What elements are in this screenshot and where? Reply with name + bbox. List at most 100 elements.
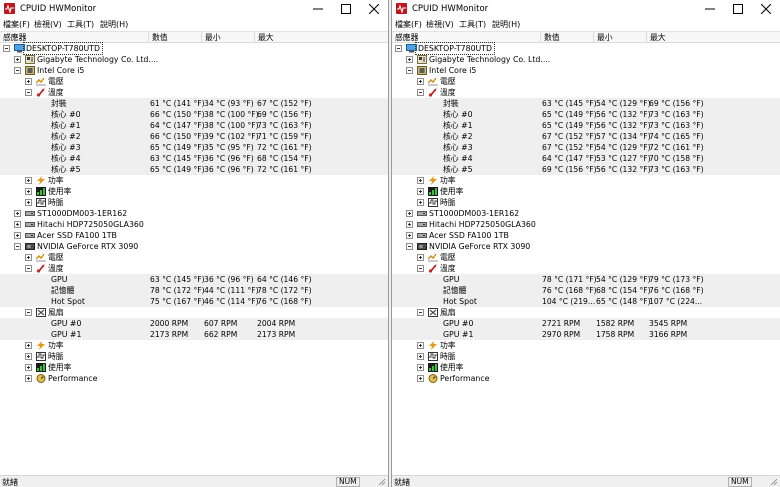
sensor-tree[interactable]: DESKTOP-T780UTD Gigabyte Technology Co. L… [0,42,388,475]
sensor-row[interactable]: 核心 #1 64 °C (147 °F) 38 °C (100 °F) 73 °C (… [0,120,388,131]
tree-node[interactable]: 時脈 [0,351,388,362]
expand-icon[interactable] [14,221,21,228]
tree-node[interactable]: 電壓 [0,76,388,87]
tree-node[interactable]: 溫度 [0,263,388,274]
sensor-row[interactable]: GPU 63 °C (145 °F) 36 °C (96 °F) 64 °C (146… [0,274,388,285]
menu-file[interactable]: 檔案(F) [395,19,422,30]
tree-node[interactable]: ST1000DM003-1ER162 [0,208,388,219]
expand-icon[interactable] [25,188,32,195]
sensor-tree[interactable]: DESKTOP-T780UTD Gigabyte Technology Co. L… [392,42,780,475]
col-max[interactable]: 最大 [646,32,780,43]
sensor-row[interactable]: 核心 #0 66 °C (150 °F) 38 °C (100 °F) 69 °C (… [0,109,388,120]
tree-node[interactable]: 時脈 [0,197,388,208]
col-min[interactable]: 最小 [593,32,646,43]
tree-node[interactable]: 溫度 [0,87,388,98]
tree-node[interactable]: 使用率 [392,186,780,197]
collapse-icon[interactable] [417,265,424,272]
tree-node[interactable]: 溫度 [392,87,780,98]
expand-icon[interactable] [25,78,32,85]
tree-node[interactable]: 電壓 [392,252,780,263]
sensor-row[interactable]: 核心 #4 64 °C (147 °F) 53 °C (127 °F) 70 °C (… [392,153,780,164]
tree-node[interactable]: DESKTOP-T780UTD [0,42,388,55]
tree-node[interactable]: Hitachi HDP725050GLA360 [0,219,388,230]
tree-node[interactable]: Gigabyte Technology Co. Ltd.... [0,54,388,65]
tree-node[interactable]: 時脈 [392,351,780,362]
sensor-row[interactable]: 核心 #2 66 °C (150 °F) 39 °C (102 °F) 71 °C (… [0,131,388,142]
expand-icon[interactable] [406,56,413,63]
expand-icon[interactable] [417,353,424,360]
expand-icon[interactable] [25,353,32,360]
col-value[interactable]: 數值 [540,32,593,43]
tree-node[interactable]: 使用率 [0,186,388,197]
close-button[interactable] [360,0,388,18]
expand-icon[interactable] [406,210,413,217]
col-sensor[interactable]: 感應器 [392,32,540,43]
collapse-icon[interactable] [417,89,424,96]
tree-node[interactable]: 使用率 [392,362,780,373]
sensor-row[interactable]: 記憶體 76 °C (168 °F) 68 °C (154 °F) 76 °C (16… [392,285,780,296]
collapse-icon[interactable] [3,45,10,52]
sensor-row[interactable]: Hot Spot 75 °C (167 °F) 46 °C (114 °F) 76 °… [0,296,388,307]
sensor-row[interactable]: 核心 #3 67 °C (152 °F) 54 °C (129 °F) 72 °C (… [392,142,780,153]
expand-icon[interactable] [417,364,424,371]
tree-node[interactable]: ST1000DM003-1ER162 [392,208,780,219]
tree-node[interactable]: DESKTOP-T780UTD [392,42,780,55]
sensor-row[interactable]: 封裝 61 °C (141 °F) 34 °C (93 °F) 67 °C (152 … [0,98,388,109]
collapse-icon[interactable] [406,67,413,74]
collapse-icon[interactable] [395,45,402,52]
tree-node[interactable]: 電壓 [392,76,780,87]
expand-icon[interactable] [417,375,424,382]
tree-node[interactable]: 風扇 [0,307,388,318]
expand-icon[interactable] [14,232,21,239]
expand-icon[interactable] [25,254,32,261]
tree-node[interactable]: Intel Core i5 [0,65,388,76]
sensor-row[interactable]: 核心 #3 65 °C (149 °F) 35 °C (95 °F) 72 °C (1… [0,142,388,153]
title-bar[interactable]: CPUID HWMonitor [0,0,388,18]
sensor-row[interactable]: 核心 #5 65 °C (149 °F) 36 °C (96 °F) 72 °C (1… [0,164,388,175]
menu-tools[interactable]: 工具(T) [67,19,94,30]
expand-icon[interactable] [417,177,424,184]
sensor-row[interactable]: Hot Spot 104 °C (219... 65 °C (148 °F) 107 … [392,296,780,307]
expand-icon[interactable] [417,78,424,85]
collapse-icon[interactable] [406,243,413,250]
close-button[interactable] [752,0,780,18]
expand-icon[interactable] [406,232,413,239]
tree-node[interactable]: Performance [392,373,780,384]
expand-icon[interactable] [417,342,424,349]
menu-help[interactable]: 說明(H) [100,19,128,30]
sensor-row[interactable]: 核心 #4 63 °C (145 °F) 36 °C (96 °F) 68 °C (1… [0,153,388,164]
col-sensor[interactable]: 感應器 [0,32,148,43]
title-bar[interactable]: CPUID HWMonitor [392,0,780,18]
minimize-button[interactable] [304,0,332,18]
expand-icon[interactable] [406,221,413,228]
resize-grip-icon[interactable] [770,478,778,486]
collapse-icon[interactable] [14,67,21,74]
maximize-button[interactable] [332,0,360,18]
tree-node[interactable]: 電壓 [0,252,388,263]
tree-node[interactable]: Acer SSD FA100 1TB [0,230,388,241]
col-max[interactable]: 最大 [254,32,388,43]
menu-view[interactable]: 檢視(V) [426,19,454,30]
collapse-icon[interactable] [14,243,21,250]
expand-icon[interactable] [25,199,32,206]
sensor-row[interactable]: 封裝 63 °C (145 °F) 54 °C (129 °F) 69 °C (156… [392,98,780,109]
tree-node[interactable]: Gigabyte Technology Co. Ltd.... [392,54,780,65]
sensor-row[interactable]: GPU #1 2173 RPM 662 RPM 2173 RPM [0,329,388,340]
menu-view[interactable]: 檢視(V) [34,19,62,30]
tree-node[interactable]: 時脈 [392,197,780,208]
sensor-row[interactable]: GPU #0 2721 RPM 1582 RPM 3545 RPM [392,318,780,329]
tree-node[interactable]: 溫度 [392,263,780,274]
tree-node[interactable]: 使用率 [0,362,388,373]
tree-node[interactable]: 功率 [392,340,780,351]
sensor-row[interactable]: 核心 #1 65 °C (149 °F) 56 °C (132 °F) 73 °C (… [392,120,780,131]
menu-tools[interactable]: 工具(T) [459,19,486,30]
collapse-icon[interactable] [25,265,32,272]
tree-node[interactable]: NVIDIA GeForce RTX 3090 [392,241,780,252]
expand-icon[interactable] [14,210,21,217]
expand-icon[interactable] [25,375,32,382]
sensor-row[interactable]: 核心 #0 65 °C (149 °F) 56 °C (132 °F) 73 °C (… [392,109,780,120]
expand-icon[interactable] [14,56,21,63]
collapse-icon[interactable] [417,309,424,316]
tree-node[interactable]: NVIDIA GeForce RTX 3090 [0,241,388,252]
resize-grip-icon[interactable] [378,478,386,486]
